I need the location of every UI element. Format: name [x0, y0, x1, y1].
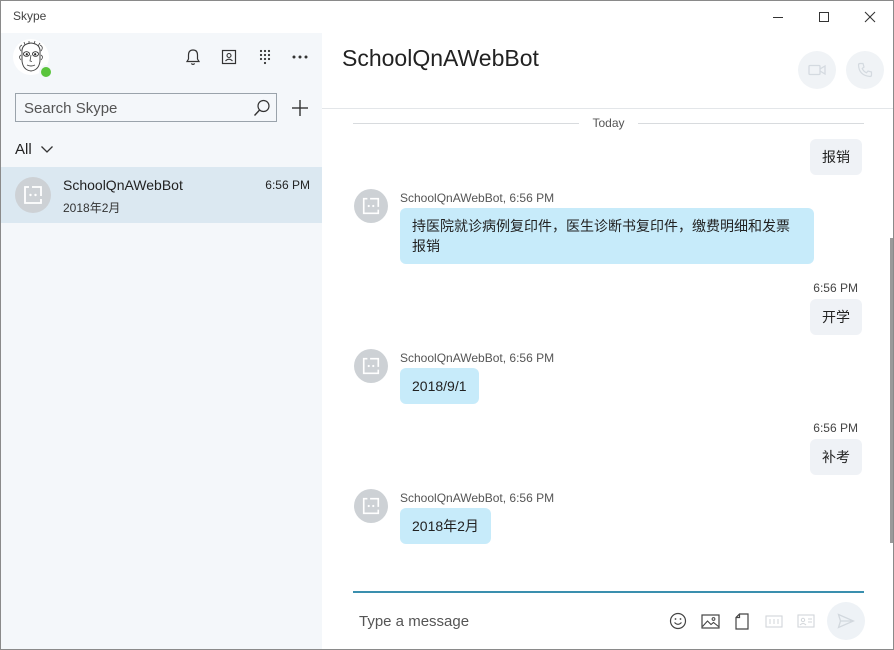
minimize-button[interactable]	[755, 1, 801, 33]
message-input[interactable]	[359, 610, 639, 632]
incoming-message[interactable]: 2018年2月	[400, 508, 491, 544]
message-text: 开学	[822, 309, 850, 325]
new-chat-button[interactable]	[289, 97, 311, 119]
outgoing-message[interactable]: 报销	[810, 139, 862, 175]
emoji-button[interactable]	[667, 611, 689, 631]
message-text: 补考	[822, 449, 850, 465]
audio-call-button[interactable]	[846, 51, 884, 89]
message-sender: SchoolQnAWebBot, 6:56 PM	[400, 491, 555, 505]
chat-scrollbar[interactable]	[890, 238, 893, 543]
message-sender: SchoolQnAWebBot, 6:56 PM	[400, 191, 555, 205]
contact-list-item[interactable]: SchoolQnAWebBot 2018年2月 6:56 PM	[1, 167, 322, 223]
minimize-icon	[773, 17, 783, 18]
search-icon[interactable]	[252, 98, 272, 118]
sidebar: All SchoolQnAWebBot 2018年2月 6:56 PM	[1, 33, 322, 649]
bot-avatar	[354, 189, 388, 223]
incoming-message[interactable]: 持医院就诊病例复印件，医生诊断书复印件，缴费明细和发票报销	[400, 208, 814, 264]
presence-online-indicator	[39, 65, 53, 79]
bot-icon	[362, 357, 380, 375]
compose-divider	[353, 591, 864, 593]
emoji-icon	[669, 612, 687, 630]
contacts-icon	[221, 49, 237, 65]
close-button[interactable]	[847, 1, 893, 33]
send-image-button[interactable]	[699, 611, 721, 631]
maximize-icon	[819, 12, 829, 22]
video-call-icon	[808, 64, 826, 76]
close-icon	[864, 11, 876, 23]
bell-icon	[185, 49, 201, 65]
day-separator-label: Today	[592, 116, 625, 130]
chat-panel: SchoolQnAWebBot Today 报销 SchoolQnAWebBot…	[322, 33, 893, 649]
profile-avatar-button[interactable]	[13, 39, 53, 79]
contacts-button[interactable]	[219, 47, 239, 67]
header-divider	[322, 108, 893, 109]
outgoing-message[interactable]: 开学	[810, 299, 862, 335]
chevron-down-icon	[40, 146, 53, 153]
contact-card-icon	[797, 614, 815, 628]
video-call-button[interactable]	[798, 51, 836, 89]
send-icon	[837, 613, 855, 629]
message-time: 6:56 PM	[813, 421, 858, 435]
maximize-button[interactable]	[801, 1, 847, 33]
notifications-button[interactable]	[183, 47, 203, 67]
app-title: Skype	[13, 9, 47, 23]
bot-avatar	[15, 177, 51, 213]
skype-window: Skype Search Skype All SchoolQnAWebBot 2…	[0, 0, 894, 650]
more-icon	[292, 55, 308, 59]
message-text: 2018/9/1	[412, 378, 467, 394]
contact-last-message: 2018年2月	[63, 201, 121, 215]
send-file-button[interactable]	[731, 611, 753, 631]
bot-avatar	[354, 349, 388, 383]
contact-time: 6:56 PM	[265, 178, 310, 192]
plus-icon	[292, 100, 308, 116]
message-sender: SchoolQnAWebBot, 6:56 PM	[400, 351, 555, 365]
message-text: 2018年2月	[412, 518, 479, 534]
filter-label: All	[15, 141, 32, 158]
incoming-message[interactable]: 2018/9/1	[400, 368, 479, 404]
search-box[interactable]	[15, 93, 277, 122]
dialpad-icon	[259, 49, 271, 65]
contact-name: SchoolQnAWebBot	[63, 177, 183, 193]
conversation-filter-dropdown[interactable]: All	[15, 141, 54, 158]
image-icon	[700, 613, 720, 629]
file-icon	[735, 612, 749, 630]
day-separator: Today	[353, 115, 864, 131]
dialpad-button[interactable]	[255, 47, 275, 67]
bot-icon	[362, 497, 380, 515]
send-media-button[interactable]	[763, 611, 785, 631]
outgoing-message[interactable]: 补考	[810, 439, 862, 475]
title-bar: Skype	[1, 1, 893, 33]
bot-icon	[24, 186, 42, 204]
bot-avatar	[354, 489, 388, 523]
message-time: 6:56 PM	[813, 281, 858, 295]
message-text: 持医院就诊病例复印件，医生诊断书复印件，缴费明细和发票报销	[412, 218, 790, 254]
bot-icon	[362, 197, 380, 215]
send-button[interactable]	[827, 602, 865, 640]
audio-call-icon	[857, 62, 873, 78]
more-options-button[interactable]	[290, 47, 310, 67]
message-text: 报销	[822, 149, 850, 165]
search-input[interactable]	[24, 98, 244, 118]
send-contact-button[interactable]	[795, 611, 817, 631]
chat-title: SchoolQnAWebBot	[342, 45, 539, 71]
media-icon	[765, 614, 783, 628]
